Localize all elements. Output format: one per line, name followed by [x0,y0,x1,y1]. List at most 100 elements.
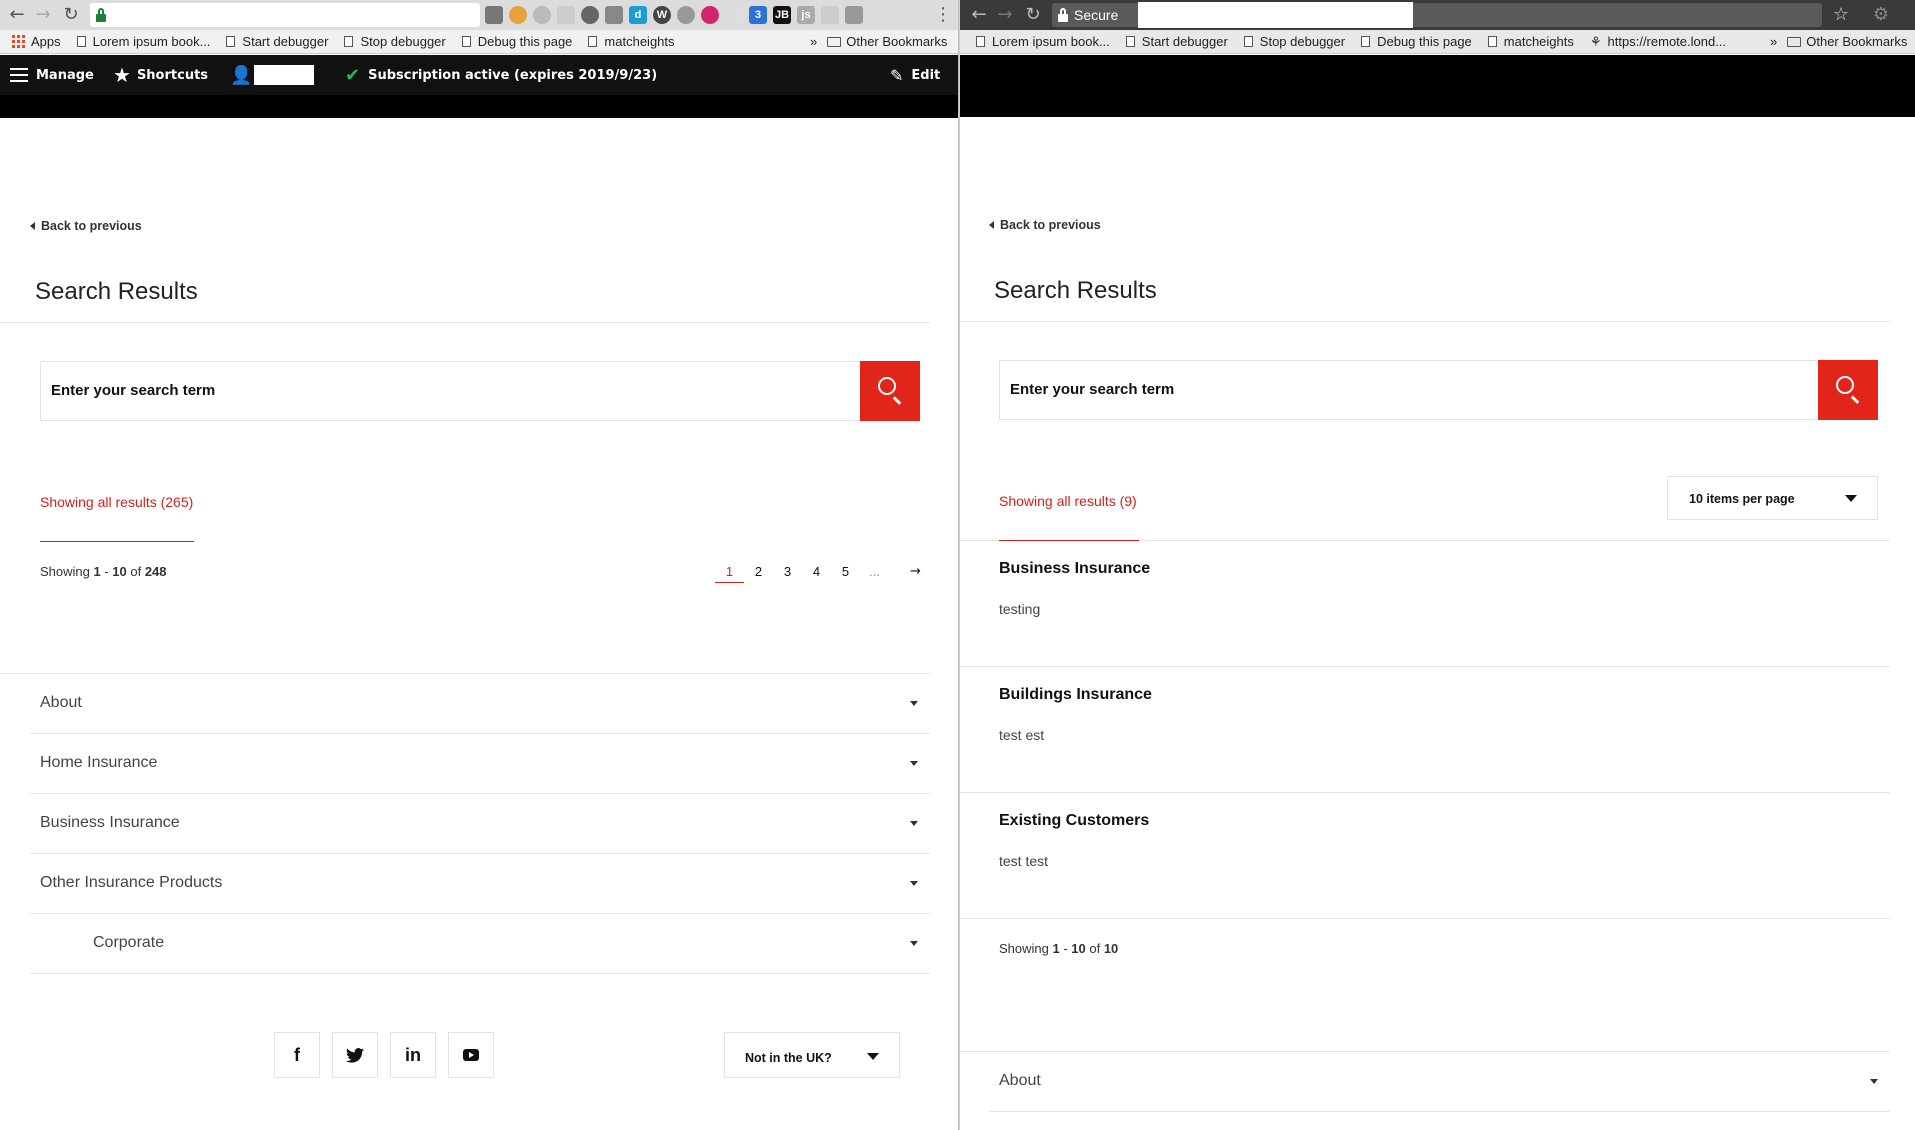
page-link-5[interactable]: 5 [831,564,860,583]
bookmark-item[interactable]: Lorem ipsum book... [76,34,210,49]
twitter-icon[interactable] [332,1032,378,1078]
search-button[interactable] [1818,360,1878,420]
accordion-other-insurance-products[interactable]: Other Insurance Products [30,854,930,914]
page-link-1[interactable]: 1 [715,564,744,583]
menu-dots-icon[interactable]: ⋮ [932,4,954,26]
secure-label: Secure [1074,7,1119,23]
bookmark-label: Stop debugger [360,34,446,49]
bookmark-item[interactable]: matcheights [1487,34,1574,49]
result-title[interactable]: Existing Customers [999,812,1149,830]
back-to-previous-link[interactable]: Back to previous [989,218,1101,232]
manage-button[interactable]: Manage [10,55,94,95]
shortcuts-button[interactable]: ★ Shortcuts [113,55,208,95]
page-icon [1125,36,1135,47]
youtube-icon[interactable] [448,1032,494,1078]
extension-icon[interactable]: d [629,6,647,24]
facebook-icon[interactable]: f [274,1032,320,1078]
admin-toolbar: Manage ★ Shortcuts 👤 ✔ Subscription acti… [0,55,960,95]
bookmark-item[interactable]: Stop debugger [344,34,446,49]
search-result[interactable]: Business Insurance testing [960,541,1890,667]
bookmark-item[interactable]: ⚘ https://remote.lond... [1590,34,1726,50]
bookmark-label: Start debugger [242,34,329,49]
forward-arrow-icon[interactable]: → [32,4,54,26]
extension-icon[interactable] [845,6,863,24]
search-input[interactable]: Enter your search term [40,361,920,421]
bookmark-label: Stop debugger [1259,34,1346,49]
forward-arrow-icon[interactable]: → [994,4,1016,26]
extension-icon[interactable] [533,6,551,24]
reload-icon[interactable]: ↻ [1022,4,1044,26]
gear-icon[interactable]: ⚙ [1870,4,1892,26]
caret-down-icon [867,1053,879,1060]
gear-icon[interactable] [557,6,575,24]
wordpress-icon[interactable]: W [653,6,671,24]
subscription-status[interactable]: ✔ Subscription active (expires 2019/9/23… [345,55,657,95]
bookmark-item[interactable]: Debug this page [1361,34,1472,49]
back-label: Back to previous [1000,218,1101,232]
bookmark-label: Other Bookmarks [1806,34,1908,49]
page-icon [1243,36,1253,47]
left-browser-window: ← → ↻ d W 3 JB js ⋮ Apps Lorem ipsum boo… [0,0,960,1130]
user-menu[interactable]: 👤 [230,55,315,95]
page-link-4[interactable]: 4 [802,564,831,583]
items-per-page-select[interactable]: 10 items per page [1667,476,1878,520]
bookmark-apps[interactable]: Apps [12,34,61,49]
camera-icon[interactable] [605,6,623,24]
showing-all-results-tab[interactable]: Showing all results (265) [40,494,193,510]
search-button[interactable] [860,361,920,421]
back-arrow-icon[interactable]: ← [968,4,990,26]
folder-icon [1787,36,1802,47]
search-input[interactable]: Enter your search term [999,360,1878,420]
bookmark-item[interactable]: matcheights [588,34,675,49]
result-title[interactable]: Business Insurance [999,560,1150,578]
bookmark-item[interactable]: Stop debugger [1243,34,1346,49]
edit-button[interactable]: ✎ Edit [890,55,940,95]
accordion-home-insurance[interactable]: Home Insurance [30,734,930,794]
extension-icon[interactable]: 3 [749,6,767,24]
bookmark-overflow[interactable]: » Other Bookmarks [1770,34,1907,49]
address-bar[interactable] [90,3,480,27]
next-page-arrow-icon[interactable]: → [901,564,930,583]
extension-icon[interactable] [509,6,527,24]
linkedin-icon[interactable]: in [390,1032,436,1078]
extension-icon[interactable] [821,6,839,24]
accordion-label: Other Insurance Products [40,874,223,891]
extension-icon[interactable] [485,6,503,24]
globe-icon: ⚘ [1589,33,1602,49]
jetbrains-icon[interactable]: JB [773,6,791,24]
page-link-2[interactable]: 2 [744,564,773,583]
accordion-business-insurance[interactable]: Business Insurance [30,794,930,854]
back-arrow-icon[interactable]: ← [6,4,28,26]
search-result[interactable]: Buildings Insurance test est [960,667,1890,793]
bookmark-item[interactable]: Debug this page [461,34,573,49]
color-icon[interactable] [701,6,719,24]
browser-toolbar: ← → ↻ Secure ☆ ⚙ [960,0,1915,30]
bookmark-item[interactable]: Lorem ipsum book... [976,34,1110,49]
right-browser-window: ← → ↻ Secure ☆ ⚙ Lorem ipsum book... Sta… [960,0,1915,1130]
country-selector[interactable]: Not in the UK? [724,1032,900,1078]
bookmark-overflow[interactable]: » Other Bookmarks [810,34,947,49]
bookmark-item[interactable]: Start debugger [226,34,328,49]
extension-icon[interactable] [725,6,743,24]
search-result[interactable]: Existing Customers test test [960,793,1890,919]
star-icon[interactable]: ☆ [1830,4,1852,26]
accordion-label: Business Insurance [40,814,180,831]
gear-icon[interactable] [581,6,599,24]
caret-left-icon [989,220,994,229]
accordion-corporate[interactable]: Corporate [30,914,930,974]
search-placeholder: Enter your search term [1010,381,1175,398]
js-icon[interactable]: js [797,6,815,24]
showing-all-results-tab[interactable]: Showing all results (9) [999,493,1137,509]
result-title[interactable]: Buildings Insurance [999,686,1152,704]
reload-icon[interactable]: ↻ [60,4,82,26]
bug-icon[interactable] [677,6,695,24]
bookmark-item[interactable]: Start debugger [1125,34,1228,49]
star-icon: ★ [113,63,131,87]
page-link-3[interactable]: 3 [773,564,802,583]
accordion-about[interactable]: About [30,674,930,734]
pencil-icon: ✎ [890,65,904,85]
accordion-about[interactable]: About [989,1052,1890,1112]
back-to-previous-link[interactable]: Back to previous [30,219,142,233]
bookmark-label: Debug this page [477,34,573,49]
lock-icon [1058,8,1068,22]
